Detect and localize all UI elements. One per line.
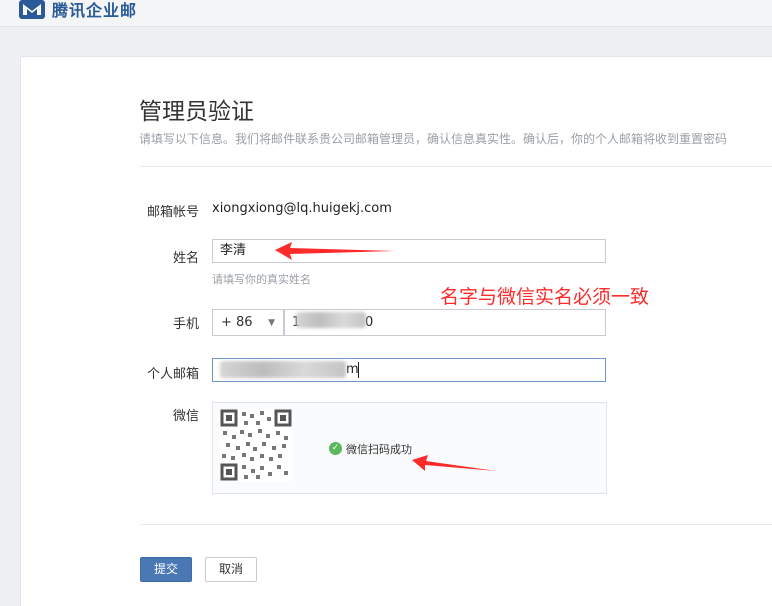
page-subtitle: 请填写以下信息。我们将邮件联系贵公司邮箱管理员，确认信息真实性。确认后，你的个人… <box>139 132 728 146</box>
phone-label: 手机 <box>172 317 199 332</box>
name-input[interactable]: 李清 <box>212 239 606 263</box>
redaction-blur <box>296 312 366 328</box>
redaction-blur <box>220 361 346 378</box>
country-code-value: + 86 <box>221 315 253 330</box>
app-name: 腾讯企业邮 <box>52 1 138 20</box>
wechat-qr-code <box>220 409 292 481</box>
header-divider <box>140 166 772 167</box>
name-input-value: 李清 <box>220 243 247 258</box>
check-circle-icon: ✓ <box>329 442 342 455</box>
page-title: 管理员验证 <box>139 99 254 125</box>
text-cursor <box>358 362 359 378</box>
footer-divider <box>140 524 772 525</box>
personal-email-value-end: m <box>346 362 359 377</box>
phone-value-end: 0 <box>365 315 374 330</box>
top-bar: 腾讯企业邮 <box>0 0 772 27</box>
country-code-select[interactable]: + 86 ▼ <box>212 309 284 336</box>
wechat-scan-status: 微信扫码成功 <box>346 443 412 456</box>
chevron-down-icon: ▼ <box>268 318 275 328</box>
personal-email-label: 个人邮箱 <box>146 367 199 382</box>
annotation-note: 名字与微信实名必须一致 <box>440 286 650 308</box>
cancel-button[interactable]: 取消 <box>205 557 257 582</box>
tencent-exmail-logo-icon <box>19 0 45 19</box>
name-label: 姓名 <box>172 251 199 266</box>
name-hint: 请填写你的真实姓名 <box>212 273 311 286</box>
email-account-label: 邮箱帐号 <box>146 205 199 220</box>
email-account-value: xiongxiong@lq.huigekj.com <box>212 201 392 216</box>
submit-button[interactable]: 提交 <box>140 557 192 582</box>
wechat-label: 微信 <box>172 409 199 424</box>
